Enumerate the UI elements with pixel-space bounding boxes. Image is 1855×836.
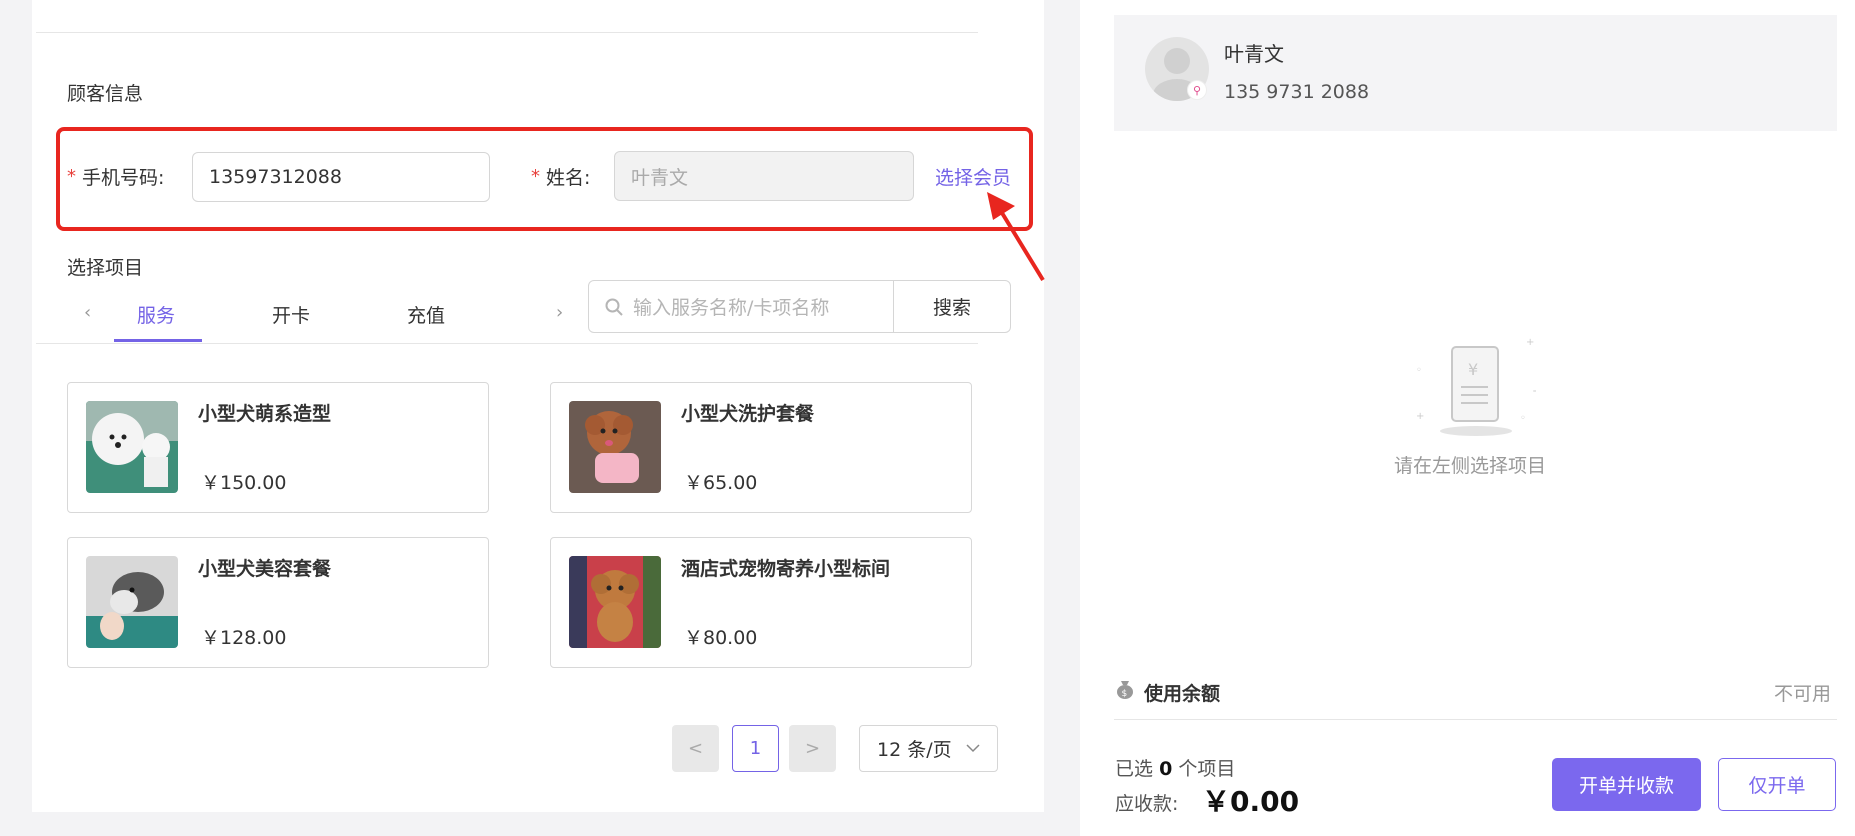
selected-suffix: 个项目 [1178,758,1236,780]
svg-text:$: $ [1122,689,1128,699]
selected-count: 已选 0 个项目 [1115,754,1235,781]
page-size-value: 12 条/页 [877,739,952,761]
money-bag-icon: $ [1117,681,1133,699]
use-balance-label: 使用余额 [1144,683,1221,705]
highlight-annotation-box [56,127,1033,231]
search-button[interactable]: 搜索 [893,281,1010,332]
next-page-button[interactable]: > [789,725,836,772]
search-input[interactable]: 输入服务名称/卡项名称 [589,281,893,332]
tabs-divider [36,343,978,344]
svg-text:◦: ◦ [1416,365,1422,376]
chevron-down-icon [966,744,980,753]
member-card [1114,15,1837,131]
empty-cart-text: 请在左侧选择项目 [1394,455,1547,477]
balance-status: 不可用 [1774,683,1832,705]
service-name: 小型犬洗护套餐 [681,403,815,425]
search-placeholder: 输入服务名称/卡项名称 [633,297,830,319]
service-card[interactable]: 小型犬洗护套餐 ￥65.00 [550,382,972,513]
tabs-prev-icon[interactable]: ‹ [84,302,91,323]
selected-prefix: 已选 [1115,758,1154,780]
search-box: 输入服务名称/卡项名称 搜索 [588,280,1011,333]
divider [36,32,978,33]
amount-due-label: 应收款: [1115,793,1179,815]
svg-text:+: + [1526,337,1534,348]
create-only-button[interactable]: 仅开单 [1718,758,1836,811]
svg-text:+: + [1532,384,1536,398]
service-card[interactable]: 酒店式宠物寄养小型标间 ￥80.00 [550,537,972,668]
service-thumbnail [86,556,178,648]
prev-page-button[interactable]: < [672,725,719,772]
page-size-select[interactable]: 12 条/页 [859,725,998,772]
service-price: ￥150.00 [201,472,287,494]
page-1-button[interactable]: 1 [732,725,779,772]
member-name: 叶青文 [1224,42,1284,66]
create-and-pay-button[interactable]: 开单并收款 [1552,758,1701,811]
svg-text:◦: ◦ [1520,413,1526,424]
tab-service[interactable]: 服务 [137,301,175,328]
tabs-next-icon[interactable]: › [556,302,563,323]
arrow-annotation-icon [987,192,1045,282]
service-thumbnail [86,401,178,493]
service-price: ￥128.00 [201,627,287,649]
service-name: 酒店式宠物寄养小型标间 [681,558,891,580]
svg-text:¥: ¥ [1468,360,1478,379]
service-name: 小型犬美容套餐 [198,558,332,580]
service-name: 小型犬萌系造型 [198,403,332,425]
search-icon [605,298,623,316]
empty-receipt-icon: ◦ + + + ◦ ¥ [1416,337,1536,436]
service-card[interactable]: 小型犬萌系造型 ￥150.00 [67,382,489,513]
tab-card[interactable]: 开卡 [272,301,310,328]
member-phone: 135 9731 2088 [1224,81,1370,103]
customer-section-title: 顾客信息 [67,83,144,105]
divider [1114,719,1837,720]
member-badge-icon: ⚲ [1187,80,1207,100]
service-thumbnail [569,556,661,648]
service-thumbnail [569,401,661,493]
service-card[interactable]: 小型犬美容套餐 ￥128.00 [67,537,489,668]
svg-text:+: + [1416,411,1424,422]
active-tab-indicator [114,339,202,342]
amount-due-value: ￥0.00 [1202,785,1300,818]
tab-recharge[interactable]: 充值 [407,301,445,328]
service-price: ￥80.00 [684,627,758,649]
projects-section-title: 选择项目 [67,257,144,279]
service-price: ￥65.00 [684,472,758,494]
selected-number: 0 [1159,758,1173,780]
